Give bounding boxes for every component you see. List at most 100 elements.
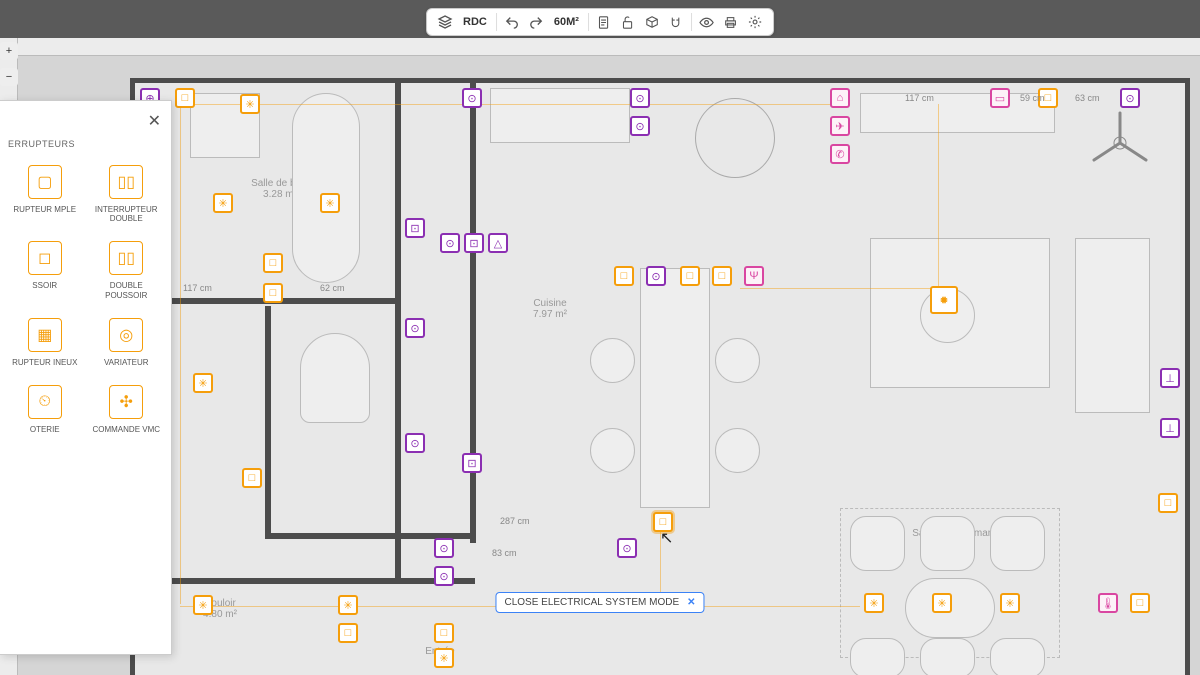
symbol-light[interactable]: ✳ [1000, 593, 1020, 613]
wall [135, 578, 475, 584]
symbol-light[interactable]: ✳ [932, 593, 952, 613]
floor-label[interactable]: RDC [457, 16, 493, 28]
wire [180, 104, 840, 105]
fixture-kitchen-sink [490, 88, 630, 143]
layers-icon[interactable] [433, 10, 457, 34]
redo-icon[interactable] [524, 10, 548, 34]
fixture-plant [695, 98, 775, 178]
panel-item-label: VARIATEUR [104, 358, 149, 367]
symbol-light[interactable]: ✳ [240, 94, 260, 114]
panel-item-label: DOUBLE POUSSOIR [90, 281, 162, 299]
symbol-outlet[interactable]: ⊙ [630, 88, 650, 108]
symbol-switch[interactable]: □ [712, 266, 732, 286]
symbol-light[interactable]: ✳ [193, 373, 213, 393]
symbol-outlet[interactable]: ⊙ [1120, 88, 1140, 108]
panel-item-label: RUPTEUR MPLE [13, 205, 76, 214]
symbol-switch[interactable]: □ [614, 266, 634, 286]
dimension: 287 cm [500, 516, 530, 526]
panel-item-poussoir[interactable]: ◻ SSOIR [8, 241, 82, 299]
symbol-light[interactable]: ✳ [320, 193, 340, 213]
symbol-alarm[interactable]: ⌂ [830, 88, 850, 108]
eye-icon[interactable] [695, 10, 719, 34]
fixture-island [640, 268, 710, 508]
symbol-outlet[interactable]: ⊙ [434, 566, 454, 586]
panel-item-interrupteur-lumineux[interactable]: ▦ RUPTEUR INEUX [8, 318, 82, 367]
symbol-outlet[interactable]: ⊙ [462, 88, 482, 108]
symbol-light[interactable]: ✳ [864, 593, 884, 613]
symbol-outlet[interactable]: ⊙ [440, 233, 460, 253]
fixture-toilet [300, 333, 370, 423]
symbol-outlet[interactable]: ⊥ [1160, 418, 1180, 438]
symbol-light[interactable]: ✳ [434, 648, 454, 668]
symbol-switch[interactable]: □ [1130, 593, 1150, 613]
symbol-switch[interactable]: □ [175, 88, 195, 108]
cube-icon[interactable] [640, 10, 664, 34]
floorplan-canvas[interactable]: Salle de bain 3.28 m² W.C. 1.26 m² Cuisi… [0, 38, 1200, 675]
symbol-outlet[interactable]: ⊙ [434, 538, 454, 558]
panel-item-label: COMMANDE VMC [92, 425, 160, 434]
wall [470, 83, 476, 543]
area-label: 60M² [548, 16, 585, 28]
symbol-outlet[interactable]: ⊡ [464, 233, 484, 253]
switch-single-icon: ▢ [28, 165, 62, 199]
push-double-icon: ▯▯ [109, 241, 143, 275]
symbol-phone[interactable]: ✈ [830, 116, 850, 136]
symbol-phone[interactable]: ✆ [830, 144, 850, 164]
symbol-pendant[interactable]: ✹ [930, 286, 958, 314]
symbol-outlet[interactable]: ⊙ [405, 433, 425, 453]
symbol-thermostat[interactable]: 🌡 [1098, 593, 1118, 613]
symbol-switch[interactable]: □ [1158, 493, 1178, 513]
symbol-switch[interactable]: □ [263, 283, 283, 303]
unlock-icon[interactable] [616, 10, 640, 34]
symbol-outlet[interactable]: ⊥ [1160, 368, 1180, 388]
symbol-outlet[interactable]: ⊡ [462, 453, 482, 473]
panel-item-double-poussoir[interactable]: ▯▯ DOUBLE POUSSOIR [90, 241, 164, 299]
fixture-chair [850, 516, 905, 571]
panel-grid: ▢ RUPTEUR MPLE ▯▯ INTERRUPTEUR DOUBLE ◻ … [0, 155, 171, 444]
symbol-switch-selected[interactable]: □ [653, 512, 673, 532]
symbol-outlet[interactable]: ⊡ [405, 218, 425, 238]
symbol-switch[interactable]: □ [434, 623, 454, 643]
magnet-icon[interactable] [664, 10, 688, 34]
symbol-outlet[interactable]: ⊙ [646, 266, 666, 286]
panel-item-interrupteur-simple[interactable]: ▢ RUPTEUR MPLE [8, 165, 82, 223]
symbol-switch[interactable]: □ [338, 623, 358, 643]
document-icon[interactable] [592, 10, 616, 34]
dimension: 59 cm [1020, 93, 1045, 103]
symbol-hood[interactable]: △ [488, 233, 508, 253]
panel-item-commande-vmc[interactable]: ✣ COMMANDE VMC [90, 385, 164, 434]
symbol-outlet[interactable]: ⊙ [630, 116, 650, 136]
symbol-usb[interactable]: Ψ [744, 266, 764, 286]
zoom-out-icon[interactable]: − [0, 68, 18, 86]
dimension: 117 cm [183, 283, 212, 293]
panel-item-minuterie[interactable]: ⏲ OTERIE [8, 385, 82, 434]
gear-icon[interactable] [743, 10, 767, 34]
symbol-light[interactable]: ✳ [213, 193, 233, 213]
symbol-outlet[interactable]: ⊙ [617, 538, 637, 558]
close-icon[interactable]: ✕ [148, 111, 161, 131]
undo-icon[interactable] [500, 10, 524, 34]
dimension: 62 cm [320, 283, 345, 293]
separator [588, 13, 589, 31]
fixture-chair [920, 516, 975, 571]
symbol-switch[interactable]: □ [263, 253, 283, 273]
switch-double-icon: ▯▯ [109, 165, 143, 199]
main-toolbar: RDC 60M² [426, 8, 774, 36]
symbol-light[interactable]: ✳ [338, 595, 358, 615]
symbol-outlet[interactable]: ⊙ [405, 318, 425, 338]
fixture-chair [920, 638, 975, 675]
symbol-tv[interactable]: ▭ [990, 88, 1010, 108]
timer-icon: ⏲ [28, 385, 62, 419]
close-icon[interactable]: ✕ [687, 597, 695, 608]
symbol-light[interactable]: ✳ [193, 595, 213, 615]
panel-item-interrupteur-double[interactable]: ▯▯ INTERRUPTEUR DOUBLE [90, 165, 164, 223]
switch-light-icon: ▦ [28, 318, 62, 352]
symbol-switch[interactable]: □ [242, 468, 262, 488]
close-mode-button[interactable]: CLOSE ELECTRICAL SYSTEM MODE ✕ [495, 592, 704, 613]
fixture-chair [850, 638, 905, 675]
symbol-switch[interactable]: □ [680, 266, 700, 286]
print-icon[interactable] [719, 10, 743, 34]
panel-item-variateur[interactable]: ◎ VARIATEUR [90, 318, 164, 367]
fixture-chair [990, 516, 1045, 571]
zoom-in-icon[interactable]: + [0, 42, 18, 60]
